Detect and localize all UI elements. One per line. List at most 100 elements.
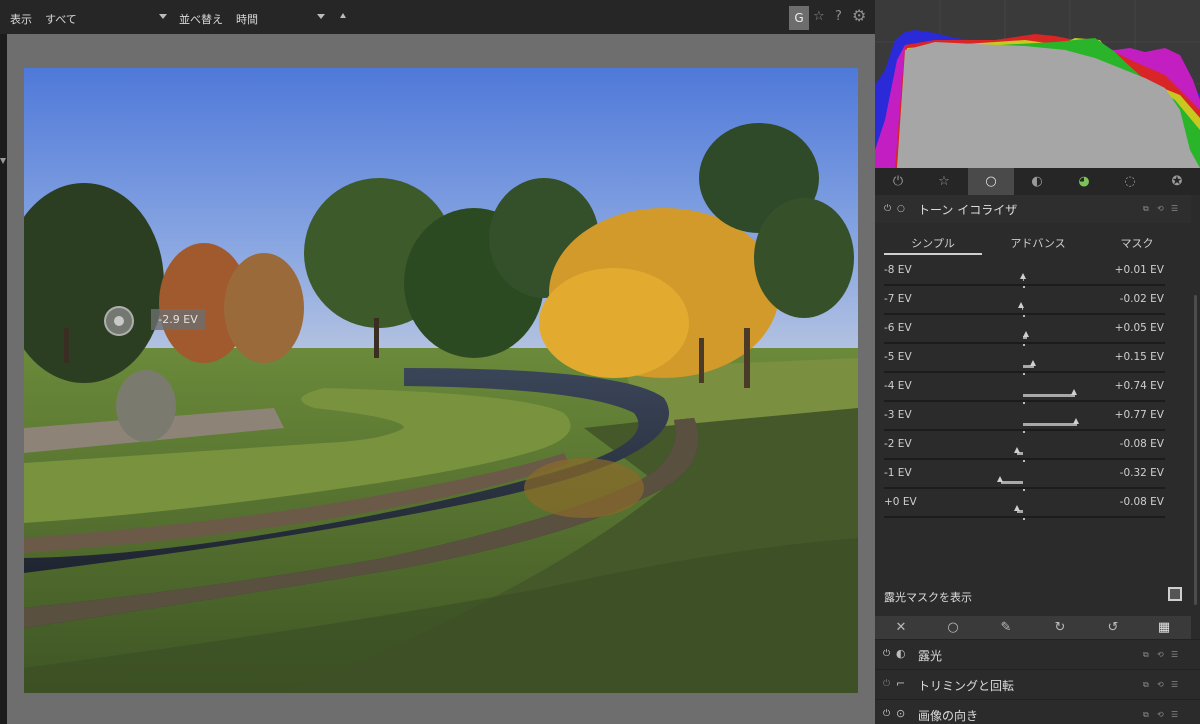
histogram[interactable] xyxy=(875,0,1200,168)
ev-slider-label: -4 EV xyxy=(884,380,912,392)
panel-scrollbar-thumb[interactable] xyxy=(1194,295,1197,605)
module-mask-icon[interactable]: ○ xyxy=(897,203,905,215)
module-crop-rotate[interactable]: ⏻ ⌐ トリミングと回転 ⧉ ⟲ ☰ xyxy=(875,669,1200,699)
ev-slider-row[interactable]: -8 EV +0.01 EV xyxy=(875,261,1191,290)
module-presets-icon[interactable]: ☰ xyxy=(1171,204,1178,214)
module-power-icon[interactable]: ⏻ xyxy=(883,679,890,689)
ev-slider-row[interactable]: -6 EV +0.05 EV xyxy=(875,319,1191,348)
sort-label: 並べ替え xyxy=(179,13,223,26)
grouping-button[interactable]: G xyxy=(789,6,809,30)
module-power-icon[interactable]: ⏻ xyxy=(883,649,890,659)
ev-slider-row[interactable]: -1 EV -0.32 EV xyxy=(875,464,1191,493)
show-exposure-mask-toggle[interactable] xyxy=(1168,587,1182,601)
module-title: トリミングと回転 xyxy=(918,679,1015,693)
ev-slider-row[interactable]: +0 EV -0.08 EV xyxy=(875,493,1191,522)
ev-slider-value: +0.05 EV xyxy=(1114,322,1164,334)
module-power-icon[interactable]: ⏻ xyxy=(883,709,890,719)
module-instance-icon[interactable]: ⧉ xyxy=(1143,204,1149,214)
module-title: トーン イコライザ xyxy=(918,203,1018,217)
ev-slider-handle[interactable] xyxy=(1073,418,1080,424)
blend-parametric-mask-icon[interactable]: ↻ xyxy=(1049,619,1071,637)
panel-scrollbar[interactable] xyxy=(1191,195,1200,640)
module-presets-icon[interactable]: ☰ xyxy=(1171,650,1178,660)
ev-slider-row[interactable]: -5 EV +0.15 EV xyxy=(875,348,1191,377)
tab-color[interactable]: ◕ xyxy=(1061,168,1107,195)
module-orientation[interactable]: ⏻ ⊙ 画像の向き ⧉ ⟲ ☰ xyxy=(875,699,1200,724)
module-instance-icon[interactable]: ⧉ xyxy=(1143,680,1149,690)
tab-advanced[interactable]: アドバンス xyxy=(988,235,1088,251)
tone-equalizer-subtabs: シンプル アドバンス マスク xyxy=(875,230,1191,256)
ev-slider-label: -6 EV xyxy=(884,322,912,334)
ev-slider-row[interactable]: -3 EV +0.77 EV xyxy=(875,406,1191,435)
tone-equalizer-header[interactable]: ⏻ ○ トーン イコライザ ⧉ ⟲ ☰ xyxy=(875,195,1191,223)
ev-slider-value: -0.02 EV xyxy=(1119,293,1164,305)
tab-simple[interactable]: シンプル xyxy=(883,235,983,251)
ev-slider-zero-mark xyxy=(1023,373,1025,375)
ev-slider-handle[interactable] xyxy=(1023,331,1029,337)
exposure-picker-handle[interactable] xyxy=(104,306,134,336)
view-filter-dropdown[interactable]: すべて xyxy=(45,11,77,27)
expand-left-panel-icon[interactable] xyxy=(0,158,6,164)
module-group-tabs: ⏻ ☆ ○ ◐ ◕ ◌ ✪ xyxy=(875,168,1200,195)
ev-slider-fill xyxy=(1023,394,1075,397)
module-reset-icon[interactable]: ⟲ xyxy=(1157,680,1164,690)
blend-drawn-parametric-icon[interactable]: ↺ xyxy=(1102,619,1124,637)
blend-raster-mask-icon[interactable]: ▦ xyxy=(1153,619,1175,637)
tab-active-modules[interactable]: ⏻ xyxy=(875,168,921,195)
tab-tone[interactable]: ◐ xyxy=(1014,168,1060,195)
ev-slider-label: -5 EV xyxy=(884,351,912,363)
ev-slider-handle[interactable] xyxy=(1020,273,1027,279)
star-overlay-icon[interactable]: ☆ xyxy=(813,9,825,25)
ev-slider-label: -8 EV xyxy=(884,264,912,276)
ev-slider-label: -2 EV xyxy=(884,438,912,450)
module-reset-icon[interactable]: ⟲ xyxy=(1157,650,1164,660)
module-title: 露光 xyxy=(918,649,943,663)
ev-slider-label: +0 EV xyxy=(884,496,917,508)
ev-slider-handle[interactable] xyxy=(1030,360,1036,366)
ev-slider-handle[interactable] xyxy=(997,476,1004,482)
ev-slider-value: -0.08 EV xyxy=(1119,496,1164,508)
ev-slider-handle[interactable] xyxy=(1018,302,1025,308)
ev-slider-handle[interactable] xyxy=(1071,389,1078,395)
ev-slider-handle[interactable] xyxy=(1013,505,1020,511)
ev-slider-value: +0.77 EV xyxy=(1114,409,1164,421)
ev-slider-row[interactable]: -4 EV +0.74 EV xyxy=(875,377,1191,406)
tab-mask[interactable]: マスク xyxy=(1087,235,1187,251)
blend-drawn-mask-icon[interactable]: ✎ xyxy=(995,619,1017,637)
tab-base[interactable]: ○ xyxy=(968,168,1014,195)
ev-slider-zero-mark xyxy=(1023,402,1025,404)
sort-dropdown[interactable]: 時間 xyxy=(236,11,258,27)
ev-slider-row[interactable]: -2 EV -0.08 EV xyxy=(875,435,1191,464)
module-exposure[interactable]: ⏻ ◐ 露光 ⧉ ⟲ ☰ xyxy=(875,639,1200,669)
ev-slider-value: +0.74 EV xyxy=(1114,380,1164,392)
left-panel-collapsed[interactable] xyxy=(0,34,7,724)
active-tab-underline xyxy=(884,253,982,255)
blend-off-icon[interactable]: ✕ xyxy=(890,619,912,637)
show-exposure-mask-row: 露光マスクを表示 xyxy=(875,585,1191,607)
help-icon[interactable]: ? xyxy=(835,9,842,25)
view-label: 表示 xyxy=(10,13,32,26)
module-instance-icon[interactable]: ⧉ xyxy=(1143,650,1149,660)
sort-order-arrow-icon[interactable] xyxy=(340,13,346,18)
sort-dropdown-chevron-icon[interactable] xyxy=(317,14,325,19)
module-instance-icon[interactable]: ⧉ xyxy=(1143,710,1149,720)
blend-uniform-icon[interactable]: ○ xyxy=(942,619,964,637)
blend-mode-bar: ✕ ○ ✎ ↻ ↺ ▦ xyxy=(875,616,1191,640)
module-reset-icon[interactable]: ⟲ xyxy=(1157,710,1164,720)
photo-canvas[interactable]: -2.9 EV xyxy=(24,68,858,693)
module-power-icon[interactable]: ⏻ xyxy=(884,203,891,215)
module-presets-icon[interactable]: ☰ xyxy=(1171,710,1178,720)
tab-correct[interactable]: ◌ xyxy=(1107,168,1153,195)
tab-favorites[interactable]: ☆ xyxy=(921,168,967,195)
ev-slider-zero-mark xyxy=(1023,460,1025,462)
center-view: -2.9 EV xyxy=(7,34,875,724)
ev-slider-row[interactable]: -7 EV -0.02 EV xyxy=(875,290,1191,319)
gear-icon[interactable]: ⚙ xyxy=(852,8,866,24)
ev-slider-handle[interactable] xyxy=(1013,447,1020,453)
top-toolbar: 表示 すべて 並べ替え 時間 G ☆ ? ⚙ xyxy=(0,0,875,34)
module-presets-icon[interactable]: ☰ xyxy=(1171,680,1178,690)
tab-effect[interactable]: ✪ xyxy=(1154,168,1200,195)
module-reset-icon[interactable]: ⟲ xyxy=(1157,204,1164,214)
view-dropdown-chevron-icon[interactable] xyxy=(159,14,167,19)
orientation-icon: ⊙ xyxy=(896,707,906,720)
